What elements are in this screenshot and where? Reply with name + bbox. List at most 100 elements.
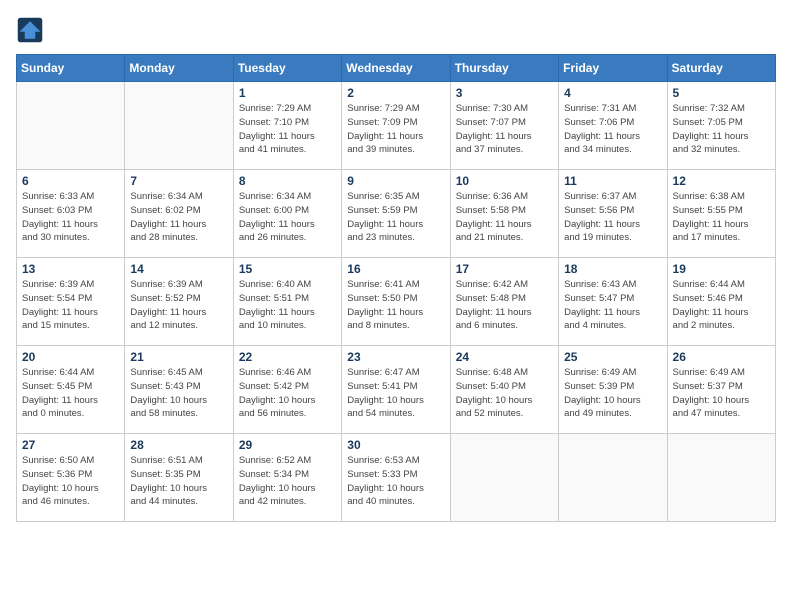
calendar-cell: 17 Sunrise: 6:42 AM Sunset: 5:48 PM Dayli… [450,258,558,346]
calendar-cell: 9Sunrise: 6:35 AM Sunset: 5:59 PM Daylig… [342,170,450,258]
day-number: 7 [130,174,227,188]
calendar-cell: 29 Sunrise: 6:52 AM Sunset: 5:34 PM Dayli… [233,434,341,522]
day-number: 14 [130,262,227,276]
calendar-cell: 3 Sunrise: 7:30 AM Sunset: 7:07 PM Daylig… [450,82,558,170]
day-info: Sunrise: 6:49 AM Sunset: 5:39 PM Dayligh… [564,366,661,421]
logo [16,16,48,44]
calendar-cell: 25Sunrise: 6:49 AM Sunset: 5:39 PM Dayli… [559,346,667,434]
day-number: 10 [456,174,553,188]
day-number: 16 [347,262,444,276]
calendar-cell [17,82,125,170]
day-number: 11 [564,174,661,188]
weekday-header-wednesday: Wednesday [342,55,450,82]
weekday-header-sunday: Sunday [17,55,125,82]
calendar-cell: 14Sunrise: 6:39 AM Sunset: 5:52 PM Dayli… [125,258,233,346]
calendar-table: SundayMondayTuesdayWednesdayThursdayFrid… [16,54,776,522]
day-number: 15 [239,262,336,276]
calendar-cell: 24 Sunrise: 6:48 AM Sunset: 5:40 PM Dayli… [450,346,558,434]
calendar-cell: 13 Sunrise: 6:39 AM Sunset: 5:54 PM Dayli… [17,258,125,346]
day-number: 24 [456,350,553,364]
calendar-cell: 11 Sunrise: 6:37 AM Sunset: 5:56 PM Dayli… [559,170,667,258]
calendar-cell: 22Sunrise: 6:46 AM Sunset: 5:42 PM Dayli… [233,346,341,434]
calendar-cell [125,82,233,170]
day-number: 8 [239,174,336,188]
calendar-cell: 4 Sunrise: 7:31 AM Sunset: 7:06 PM Daylig… [559,82,667,170]
calendar-cell: 18 Sunrise: 6:43 AM Sunset: 5:47 PM Dayli… [559,258,667,346]
day-info: Sunrise: 6:51 AM Sunset: 5:35 PM Dayligh… [130,454,227,509]
day-info: Sunrise: 6:37 AM Sunset: 5:56 PM Dayligh… [564,190,661,245]
day-number: 3 [456,86,553,100]
calendar-cell: 23 Sunrise: 6:47 AM Sunset: 5:41 PM Dayli… [342,346,450,434]
day-number: 2 [347,86,444,100]
calendar-cell: 26 Sunrise: 6:49 AM Sunset: 5:37 PM Dayli… [667,346,775,434]
day-info: Sunrise: 7:31 AM Sunset: 7:06 PM Dayligh… [564,102,661,157]
day-info: Sunrise: 6:38 AM Sunset: 5:55 PM Dayligh… [673,190,770,245]
day-number: 30 [347,438,444,452]
calendar-cell: 5 Sunrise: 7:32 AM Sunset: 7:05 PM Daylig… [667,82,775,170]
day-info: Sunrise: 6:40 AM Sunset: 5:51 PM Dayligh… [239,278,336,333]
day-number: 21 [130,350,227,364]
day-info: Sunrise: 6:44 AM Sunset: 5:45 PM Dayligh… [22,366,119,421]
day-info: Sunrise: 6:46 AM Sunset: 5:42 PM Dayligh… [239,366,336,421]
calendar-cell: 27 Sunrise: 6:50 AM Sunset: 5:36 PM Dayli… [17,434,125,522]
weekday-header-friday: Friday [559,55,667,82]
day-info: Sunrise: 6:48 AM Sunset: 5:40 PM Dayligh… [456,366,553,421]
weekday-header-monday: Monday [125,55,233,82]
calendar-cell [450,434,558,522]
day-number: 9 [347,174,444,188]
day-info: Sunrise: 7:30 AM Sunset: 7:07 PM Dayligh… [456,102,553,157]
calendar-cell: 10 Sunrise: 6:36 AM Sunset: 5:58 PM Dayli… [450,170,558,258]
day-info: Sunrise: 6:34 AM Sunset: 6:00 PM Dayligh… [239,190,336,245]
calendar-cell [559,434,667,522]
day-info: Sunrise: 6:43 AM Sunset: 5:47 PM Dayligh… [564,278,661,333]
day-number: 19 [673,262,770,276]
day-number: 29 [239,438,336,452]
day-info: Sunrise: 7:29 AM Sunset: 7:09 PM Dayligh… [347,102,444,157]
logo-icon [16,16,44,44]
calendar-cell: 6 Sunrise: 6:33 AM Sunset: 6:03 PM Daylig… [17,170,125,258]
day-info: Sunrise: 6:36 AM Sunset: 5:58 PM Dayligh… [456,190,553,245]
calendar-cell: 30 Sunrise: 6:53 AM Sunset: 5:33 PM Dayli… [342,434,450,522]
day-info: Sunrise: 6:53 AM Sunset: 5:33 PM Dayligh… [347,454,444,509]
day-number: 4 [564,86,661,100]
day-number: 17 [456,262,553,276]
day-number: 5 [673,86,770,100]
day-info: Sunrise: 6:44 AM Sunset: 5:46 PM Dayligh… [673,278,770,333]
calendar-cell: 8 Sunrise: 6:34 AM Sunset: 6:00 PM Daylig… [233,170,341,258]
day-number: 1 [239,86,336,100]
page-header [16,16,776,44]
day-info: Sunrise: 6:52 AM Sunset: 5:34 PM Dayligh… [239,454,336,509]
day-info: Sunrise: 6:39 AM Sunset: 5:54 PM Dayligh… [22,278,119,333]
day-info: Sunrise: 6:49 AM Sunset: 5:37 PM Dayligh… [673,366,770,421]
day-info: Sunrise: 6:50 AM Sunset: 5:36 PM Dayligh… [22,454,119,509]
day-number: 6 [22,174,119,188]
calendar-cell: 28 Sunrise: 6:51 AM Sunset: 5:35 PM Dayli… [125,434,233,522]
day-number: 23 [347,350,444,364]
calendar-cell [667,434,775,522]
calendar-cell: 20Sunrise: 6:44 AM Sunset: 5:45 PM Dayli… [17,346,125,434]
day-info: Sunrise: 6:42 AM Sunset: 5:48 PM Dayligh… [456,278,553,333]
day-number: 12 [673,174,770,188]
day-number: 28 [130,438,227,452]
weekday-header-saturday: Saturday [667,55,775,82]
day-number: 26 [673,350,770,364]
day-info: Sunrise: 6:41 AM Sunset: 5:50 PM Dayligh… [347,278,444,333]
calendar-cell: 7 Sunrise: 6:34 AM Sunset: 6:02 PM Daylig… [125,170,233,258]
calendar-cell: 1 Sunrise: 7:29 AM Sunset: 7:10 PM Daylig… [233,82,341,170]
calendar-cell: 15 Sunrise: 6:40 AM Sunset: 5:51 PM Dayli… [233,258,341,346]
weekday-header-tuesday: Tuesday [233,55,341,82]
day-info: Sunrise: 6:34 AM Sunset: 6:02 PM Dayligh… [130,190,227,245]
day-number: 13 [22,262,119,276]
calendar-cell: 16 Sunrise: 6:41 AM Sunset: 5:50 PM Dayli… [342,258,450,346]
day-number: 27 [22,438,119,452]
day-number: 18 [564,262,661,276]
calendar-cell: 2 Sunrise: 7:29 AM Sunset: 7:09 PM Daylig… [342,82,450,170]
day-info: Sunrise: 7:32 AM Sunset: 7:05 PM Dayligh… [673,102,770,157]
calendar-cell: 19 Sunrise: 6:44 AM Sunset: 5:46 PM Dayli… [667,258,775,346]
day-info: Sunrise: 6:45 AM Sunset: 5:43 PM Dayligh… [130,366,227,421]
day-info: Sunrise: 7:29 AM Sunset: 7:10 PM Dayligh… [239,102,336,157]
day-info: Sunrise: 6:47 AM Sunset: 5:41 PM Dayligh… [347,366,444,421]
calendar-cell: 21 Sunrise: 6:45 AM Sunset: 5:43 PM Dayli… [125,346,233,434]
calendar-cell: 12 Sunrise: 6:38 AM Sunset: 5:55 PM Dayli… [667,170,775,258]
day-info: Sunrise: 6:33 AM Sunset: 6:03 PM Dayligh… [22,190,119,245]
